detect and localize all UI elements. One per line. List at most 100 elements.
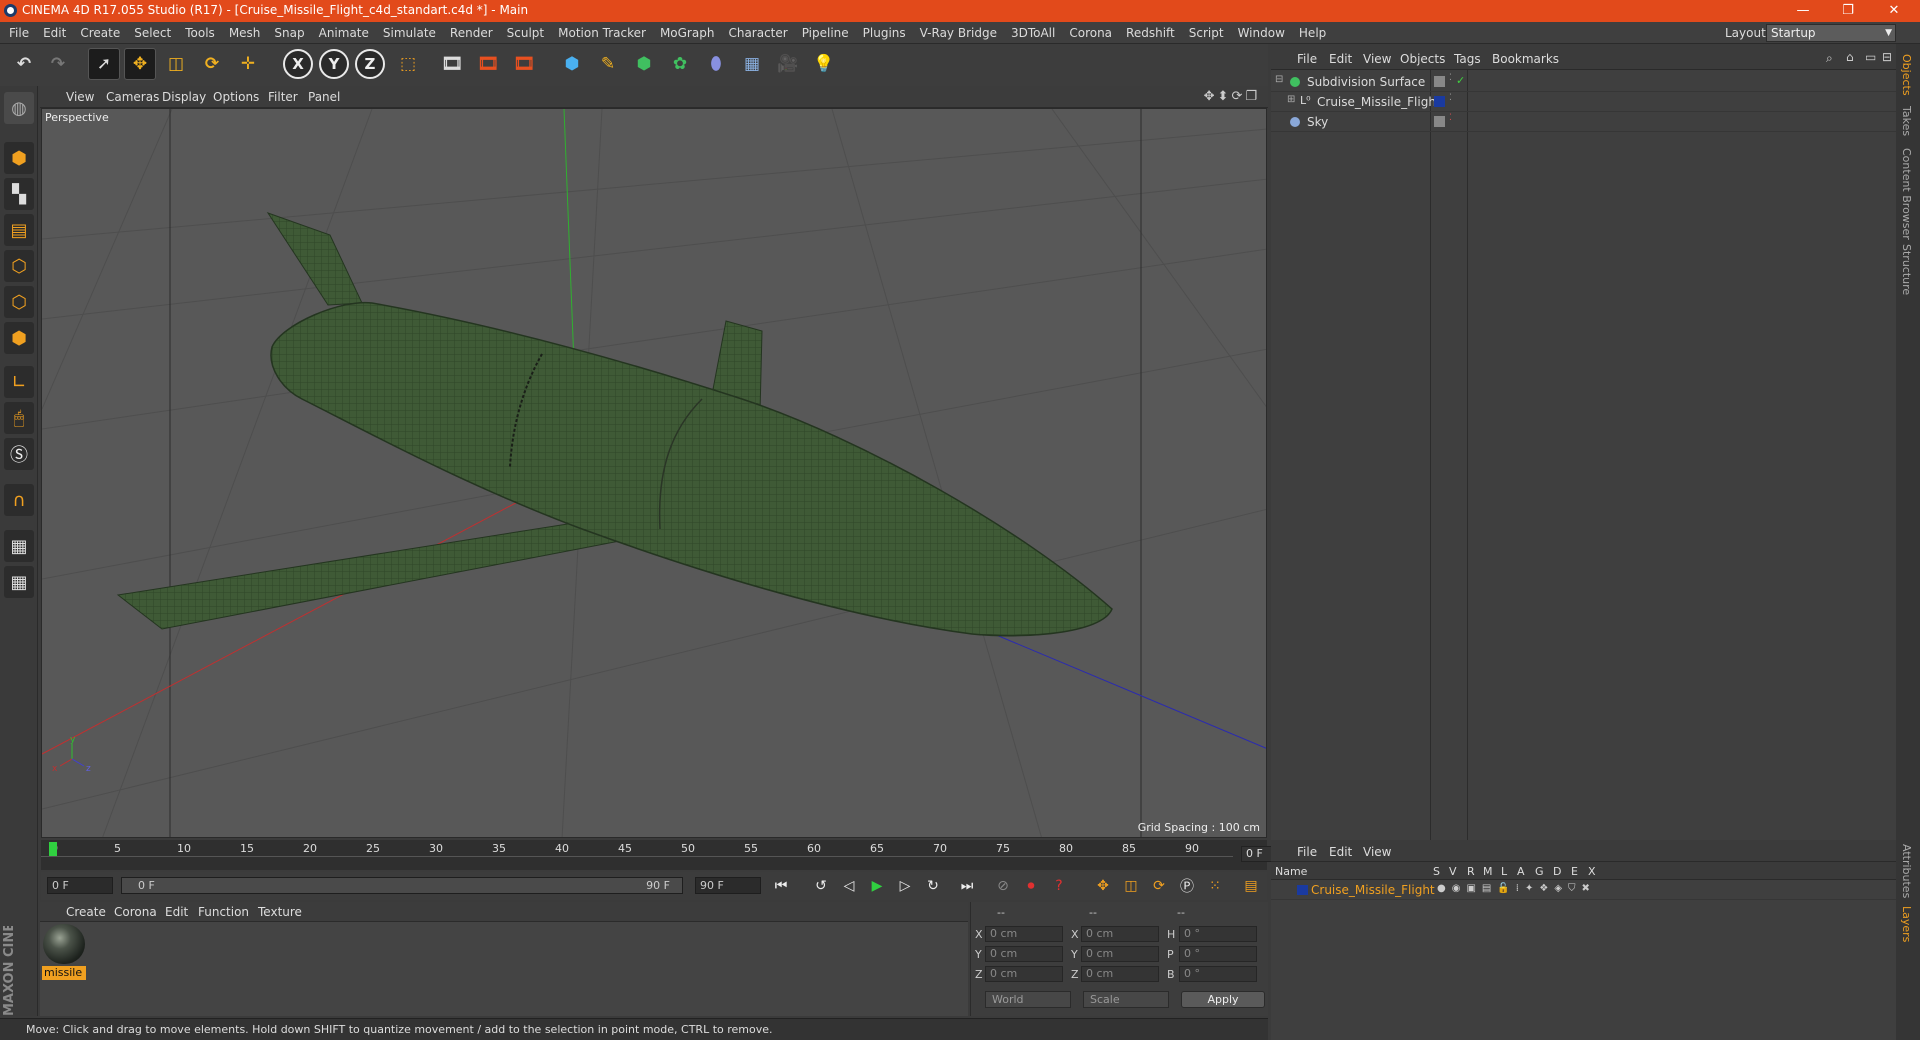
polygons-mode-icon[interactable]: ⬢ <box>4 322 34 354</box>
texture-mode-icon[interactable]: ▚ <box>4 178 34 210</box>
objects-menu-view[interactable]: View <box>1363 52 1391 66</box>
rotate-tool-icon[interactable]: ⟳ <box>196 48 228 80</box>
material-menu-corona[interactable]: Corona <box>114 905 157 919</box>
rotation-key-icon[interactable]: ⟳ <box>1147 875 1171 897</box>
menu-select[interactable]: Select <box>127 22 178 44</box>
pos-y-field[interactable]: 0 cm <box>985 946 1063 962</box>
z-axis-lock-icon[interactable]: Z <box>354 48 386 80</box>
scale-key-icon[interactable]: ◫ <box>1119 875 1143 897</box>
3d-viewport[interactable]: y x z Perspective Grid Spacing : 100 cm <box>41 108 1267 838</box>
record-keys-icon[interactable]: ⊘ <box>991 875 1015 897</box>
menu-corona[interactable]: Corona <box>1062 22 1119 44</box>
menu-script[interactable]: Script <box>1182 22 1231 44</box>
visibility-dots-icon[interactable]: ⁚ <box>1449 93 1452 103</box>
material-preview[interactable] <box>43 924 85 964</box>
menu-mesh[interactable]: Mesh <box>222 22 268 44</box>
menu-mograph[interactable]: MoGraph <box>653 22 722 44</box>
material-menu-edit[interactable]: Edit <box>165 905 188 919</box>
expand-panel-icon[interactable]: ⊟ <box>1882 50 1892 64</box>
apply-button[interactable]: Apply <box>1181 991 1265 1008</box>
objects-menu-tags[interactable]: Tags <box>1454 52 1481 66</box>
objects-menu-bookmarks[interactable]: Bookmarks <box>1492 52 1559 66</box>
objects-menu-edit[interactable]: Edit <box>1329 52 1352 66</box>
pos-x-field[interactable]: 0 cm <box>985 926 1063 942</box>
minimize-panel-icon[interactable]: ▭ <box>1865 50 1876 64</box>
viewport-menu-options[interactable]: Options <box>213 90 259 104</box>
col-xref[interactable]: X <box>1588 865 1596 878</box>
menu-animate[interactable]: Animate <box>312 22 376 44</box>
object-row-sky[interactable]: Sky ⁚ <box>1271 112 1896 132</box>
points-mode-icon[interactable]: ⬡ <box>4 250 34 282</box>
layers-menu-view[interactable]: View <box>1363 845 1391 859</box>
grid-icon[interactable]: ▦ <box>4 566 34 598</box>
viewport-menu-panel[interactable]: Panel <box>308 90 340 104</box>
frame-range-slider[interactable]: 0 F 90 F <box>121 877 683 894</box>
rot-b-field[interactable]: 0 ° <box>1179 966 1257 982</box>
menu-plugins[interactable]: Plugins <box>856 22 913 44</box>
menu-snap[interactable]: Snap <box>267 22 311 44</box>
object-row-subdivision[interactable]: ⊟ Subdivision Surface ⁚ ✓ <box>1271 72 1896 92</box>
menu-motion-tracker[interactable]: Motion Tracker <box>551 22 653 44</box>
viewport-menu-view[interactable]: View <box>66 90 94 104</box>
rot-p-field[interactable]: 0 ° <box>1179 946 1257 962</box>
menu-pipeline[interactable]: Pipeline <box>795 22 856 44</box>
viewport-menu-filter[interactable]: Filter <box>268 90 298 104</box>
menu-character[interactable]: Character <box>721 22 794 44</box>
objects-menu-file[interactable]: File <box>1297 52 1317 66</box>
menu-render[interactable]: Render <box>443 22 500 44</box>
visibility-dots-icon[interactable]: ⁚ <box>1449 73 1452 83</box>
home-icon[interactable]: ⌂ <box>1846 50 1854 64</box>
restore-button[interactable]: ❐ <box>1826 0 1870 22</box>
workplane-lock-icon[interactable]: ▦ <box>4 530 34 562</box>
object-name[interactable]: Cruise_Missile_Flight <box>1317 95 1441 109</box>
col-locked[interactable]: L <box>1501 865 1507 878</box>
tree-collapse-icon[interactable]: ⊟ <box>1275 74 1283 85</box>
object-name[interactable]: Subdivision Surface <box>1307 75 1425 89</box>
next-key-icon[interactable]: ↻ <box>921 875 945 897</box>
live-selection-icon[interactable]: ➚ <box>88 48 120 80</box>
material-menu-create[interactable]: Create <box>66 905 106 919</box>
menu-tools[interactable]: Tools <box>178 22 222 44</box>
workplane-mode-icon[interactable]: ▤ <box>4 214 34 246</box>
menu-edit[interactable]: Edit <box>36 22 73 44</box>
edges-mode-icon[interactable]: ⬡ <box>4 286 34 318</box>
y-axis-lock-icon[interactable]: Y <box>318 48 350 80</box>
col-name[interactable]: Name <box>1275 865 1307 878</box>
minimize-button[interactable]: — <box>1781 0 1825 22</box>
tab-content-browser[interactable]: Content Browser <box>1900 148 1913 240</box>
material-menu-function[interactable]: Function <box>198 905 249 919</box>
coordinate-system-icon[interactable]: ⬚ <box>392 48 424 80</box>
subdivision-icon[interactable]: ⬢ <box>628 48 660 80</box>
playhead[interactable] <box>49 842 57 856</box>
objects-menu-objects[interactable]: Objects <box>1400 52 1445 66</box>
redo-icon[interactable]: ↷ <box>42 48 74 80</box>
light-icon[interactable]: 💡 <box>808 48 840 80</box>
menu-redshift[interactable]: Redshift <box>1119 22 1182 44</box>
material-menu-texture[interactable]: Texture <box>258 905 302 919</box>
undo-icon[interactable]: ↶ <box>8 48 40 80</box>
x-axis-lock-icon[interactable]: X <box>282 48 314 80</box>
model-mode-icon[interactable]: ⬢ <box>4 142 34 174</box>
menu-help[interactable]: Help <box>1292 22 1333 44</box>
magnet-icon[interactable]: ∩ <box>4 484 34 516</box>
go-to-end-icon[interactable]: ⏭ <box>955 875 979 897</box>
object-row-missile[interactable]: ⊞ L⁰ Cruise_Missile_Flight ⁚ <box>1271 92 1896 112</box>
menu-v-ray-bridge[interactable]: V-Ray Bridge <box>913 22 1004 44</box>
recent-tool-icon[interactable]: ✛ <box>232 48 264 80</box>
layers-menu-edit[interactable]: Edit <box>1329 845 1352 859</box>
position-key-icon[interactable]: ✥ <box>1091 875 1115 897</box>
tweak-mode-icon[interactable]: 🖱 <box>4 402 34 434</box>
menu-3dtoall[interactable]: 3DToAll <box>1004 22 1062 44</box>
close-button[interactable]: ✕ <box>1872 0 1916 22</box>
go-to-start-icon[interactable]: ⏮ <box>769 875 793 897</box>
axis-mode-icon[interactable]: ∟ <box>4 366 34 398</box>
col-generators[interactable]: G <box>1535 865 1544 878</box>
menu-sculpt[interactable]: Sculpt <box>500 22 551 44</box>
timeline-window-icon[interactable]: ▤ <box>1239 875 1263 897</box>
make-editable-icon[interactable]: ◍ <box>4 92 34 124</box>
enabled-check-icon[interactable]: ✓ <box>1456 74 1465 87</box>
tree-expand-icon[interactable]: ⊞ <box>1287 94 1295 105</box>
rot-h-field[interactable]: 0 ° <box>1179 926 1257 942</box>
object-name[interactable]: Sky <box>1307 115 1328 129</box>
size-x-field[interactable]: 0 cm <box>1081 926 1159 942</box>
